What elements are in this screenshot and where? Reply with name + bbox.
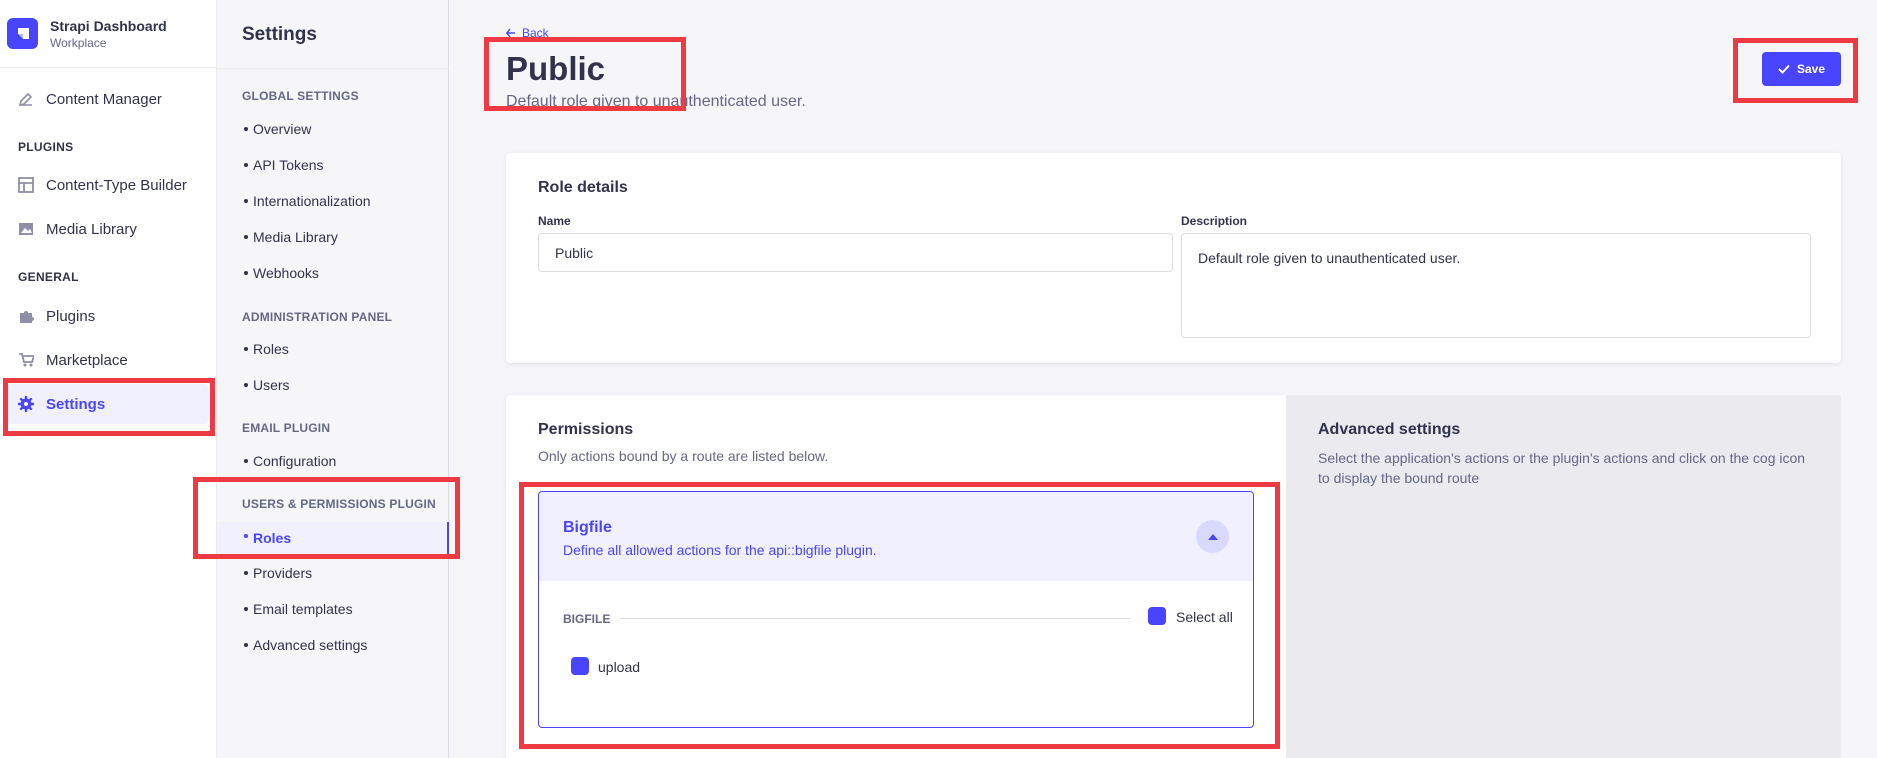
main-nav: Strapi Dashboard Workplace Content Manag… — [0, 0, 217, 758]
save-button[interactable]: Save — [1762, 52, 1841, 86]
accordion-header[interactable]: Bigfile Define all allowed actions for t… — [539, 492, 1253, 581]
page-subtitle: Default role given to unauthenticated us… — [506, 93, 806, 110]
subnav-item-api-tokens[interactable]: API Tokens — [217, 151, 449, 179]
puzzle-icon — [20, 311, 34, 323]
nav-plugins[interactable]: Plugins — [8, 296, 209, 336]
layout-icon — [18, 177, 34, 193]
nav-content-manager[interactable]: Content Manager — [8, 79, 209, 119]
subnav-item-media-library[interactable]: Media Library — [217, 223, 449, 251]
gear-icon — [18, 396, 34, 412]
permissions-card: Permissions Only actions bound by a rout… — [506, 395, 1286, 758]
image-icon — [19, 223, 33, 235]
nav-marketplace[interactable]: Marketplace — [8, 340, 209, 380]
nav-label: Content Manager — [46, 90, 162, 108]
subnav-item-up-roles[interactable]: Roles — [217, 522, 449, 554]
collapse-toggle-button[interactable] — [1196, 520, 1229, 553]
advanced-settings-title: Advanced settings — [1318, 421, 1461, 438]
section-global-settings: GLOBAL SETTINGS — [242, 89, 359, 103]
save-label: Save — [1796, 62, 1826, 76]
section-administration-panel: ADMINISTRATION PANEL — [242, 310, 393, 324]
nav-label: Plugins — [46, 307, 96, 325]
upload-label: upload — [598, 659, 641, 675]
group-label: BIGFILE — [563, 612, 611, 626]
nav-label: Marketplace — [46, 351, 128, 369]
check-icon — [1778, 64, 1790, 74]
permissions-subtitle: Only actions bound by a route are listed… — [538, 448, 829, 464]
nav-label: Media Library — [46, 220, 137, 238]
bigfile-accordion: Bigfile Define all allowed actions for t… — [538, 491, 1254, 728]
divider — [217, 68, 449, 69]
subnav-item-webhooks[interactable]: Webhooks — [217, 259, 449, 287]
name-input[interactable]: Public — [538, 233, 1173, 272]
cart-icon — [19, 353, 34, 367]
back-link[interactable]: Back — [506, 26, 549, 40]
subnav-item-internationalization[interactable]: Internationalization — [217, 187, 449, 215]
nav-settings[interactable]: Settings — [8, 384, 209, 424]
section-email-plugin: EMAIL PLUGIN — [242, 421, 331, 435]
subnav-item-overview[interactable]: Overview — [217, 115, 449, 143]
select-all-label: Select all — [1176, 609, 1233, 625]
page-title: Public — [506, 50, 606, 87]
strapi-logo-icon — [7, 18, 38, 49]
subnav-item-advanced-settings[interactable]: Advanced settings — [217, 631, 449, 659]
subnav-item-email-templates[interactable]: Email templates — [217, 595, 449, 623]
brand-subtitle: Workplace — [50, 35, 107, 50]
subnav-item-configuration[interactable]: Configuration — [217, 447, 449, 475]
nav-label: Content-Type Builder — [46, 176, 187, 194]
subnav-item-users[interactable]: Users — [217, 371, 449, 399]
settings-subnav: Settings GLOBAL SETTINGS Overview API To… — [217, 0, 449, 758]
name-label: Name — [538, 214, 571, 228]
role-details-title: Role details — [538, 179, 628, 196]
subnav-item-admin-roles[interactable]: Roles — [217, 335, 449, 363]
brand[interactable]: Strapi Dashboard Workplace — [0, 0, 216, 68]
nav-content-type-builder[interactable]: Content-Type Builder — [8, 165, 209, 205]
role-details-card: Role details Name Public Description Def… — [506, 153, 1841, 363]
upload-checkbox[interactable] — [571, 657, 589, 675]
arrow-left-icon — [506, 28, 515, 38]
select-all-checkbox[interactable] — [1148, 607, 1166, 625]
nav-media-library[interactable]: Media Library — [8, 209, 209, 249]
divider — [620, 618, 1130, 619]
nav-section-general: GENERAL — [18, 270, 79, 284]
description-label: Description — [1181, 214, 1248, 228]
pencil-icon — [18, 92, 33, 107]
section-users-permissions: USERS & PERMISSIONS PLUGIN — [242, 497, 436, 511]
advanced-settings-panel: Advanced settings Select the application… — [1286, 395, 1841, 758]
brand-title: Strapi Dashboard — [50, 17, 167, 34]
description-textarea[interactable]: Default role given to unauthenticated us… — [1181, 233, 1811, 338]
nav-label: Settings — [46, 395, 106, 413]
subnav-title: Settings — [242, 24, 317, 45]
chevron-up-icon — [1207, 533, 1218, 540]
advanced-settings-description: Select the application's actions or the … — [1318, 450, 1806, 486]
subnav-item-providers[interactable]: Providers — [217, 559, 449, 587]
permissions-title: Permissions — [538, 421, 634, 438]
accordion-description: Define all allowed actions for the api::… — [563, 542, 877, 558]
back-label: Back — [522, 26, 549, 40]
accordion-title: Bigfile — [563, 519, 612, 536]
nav-section-plugins: PLUGINS — [18, 140, 74, 154]
